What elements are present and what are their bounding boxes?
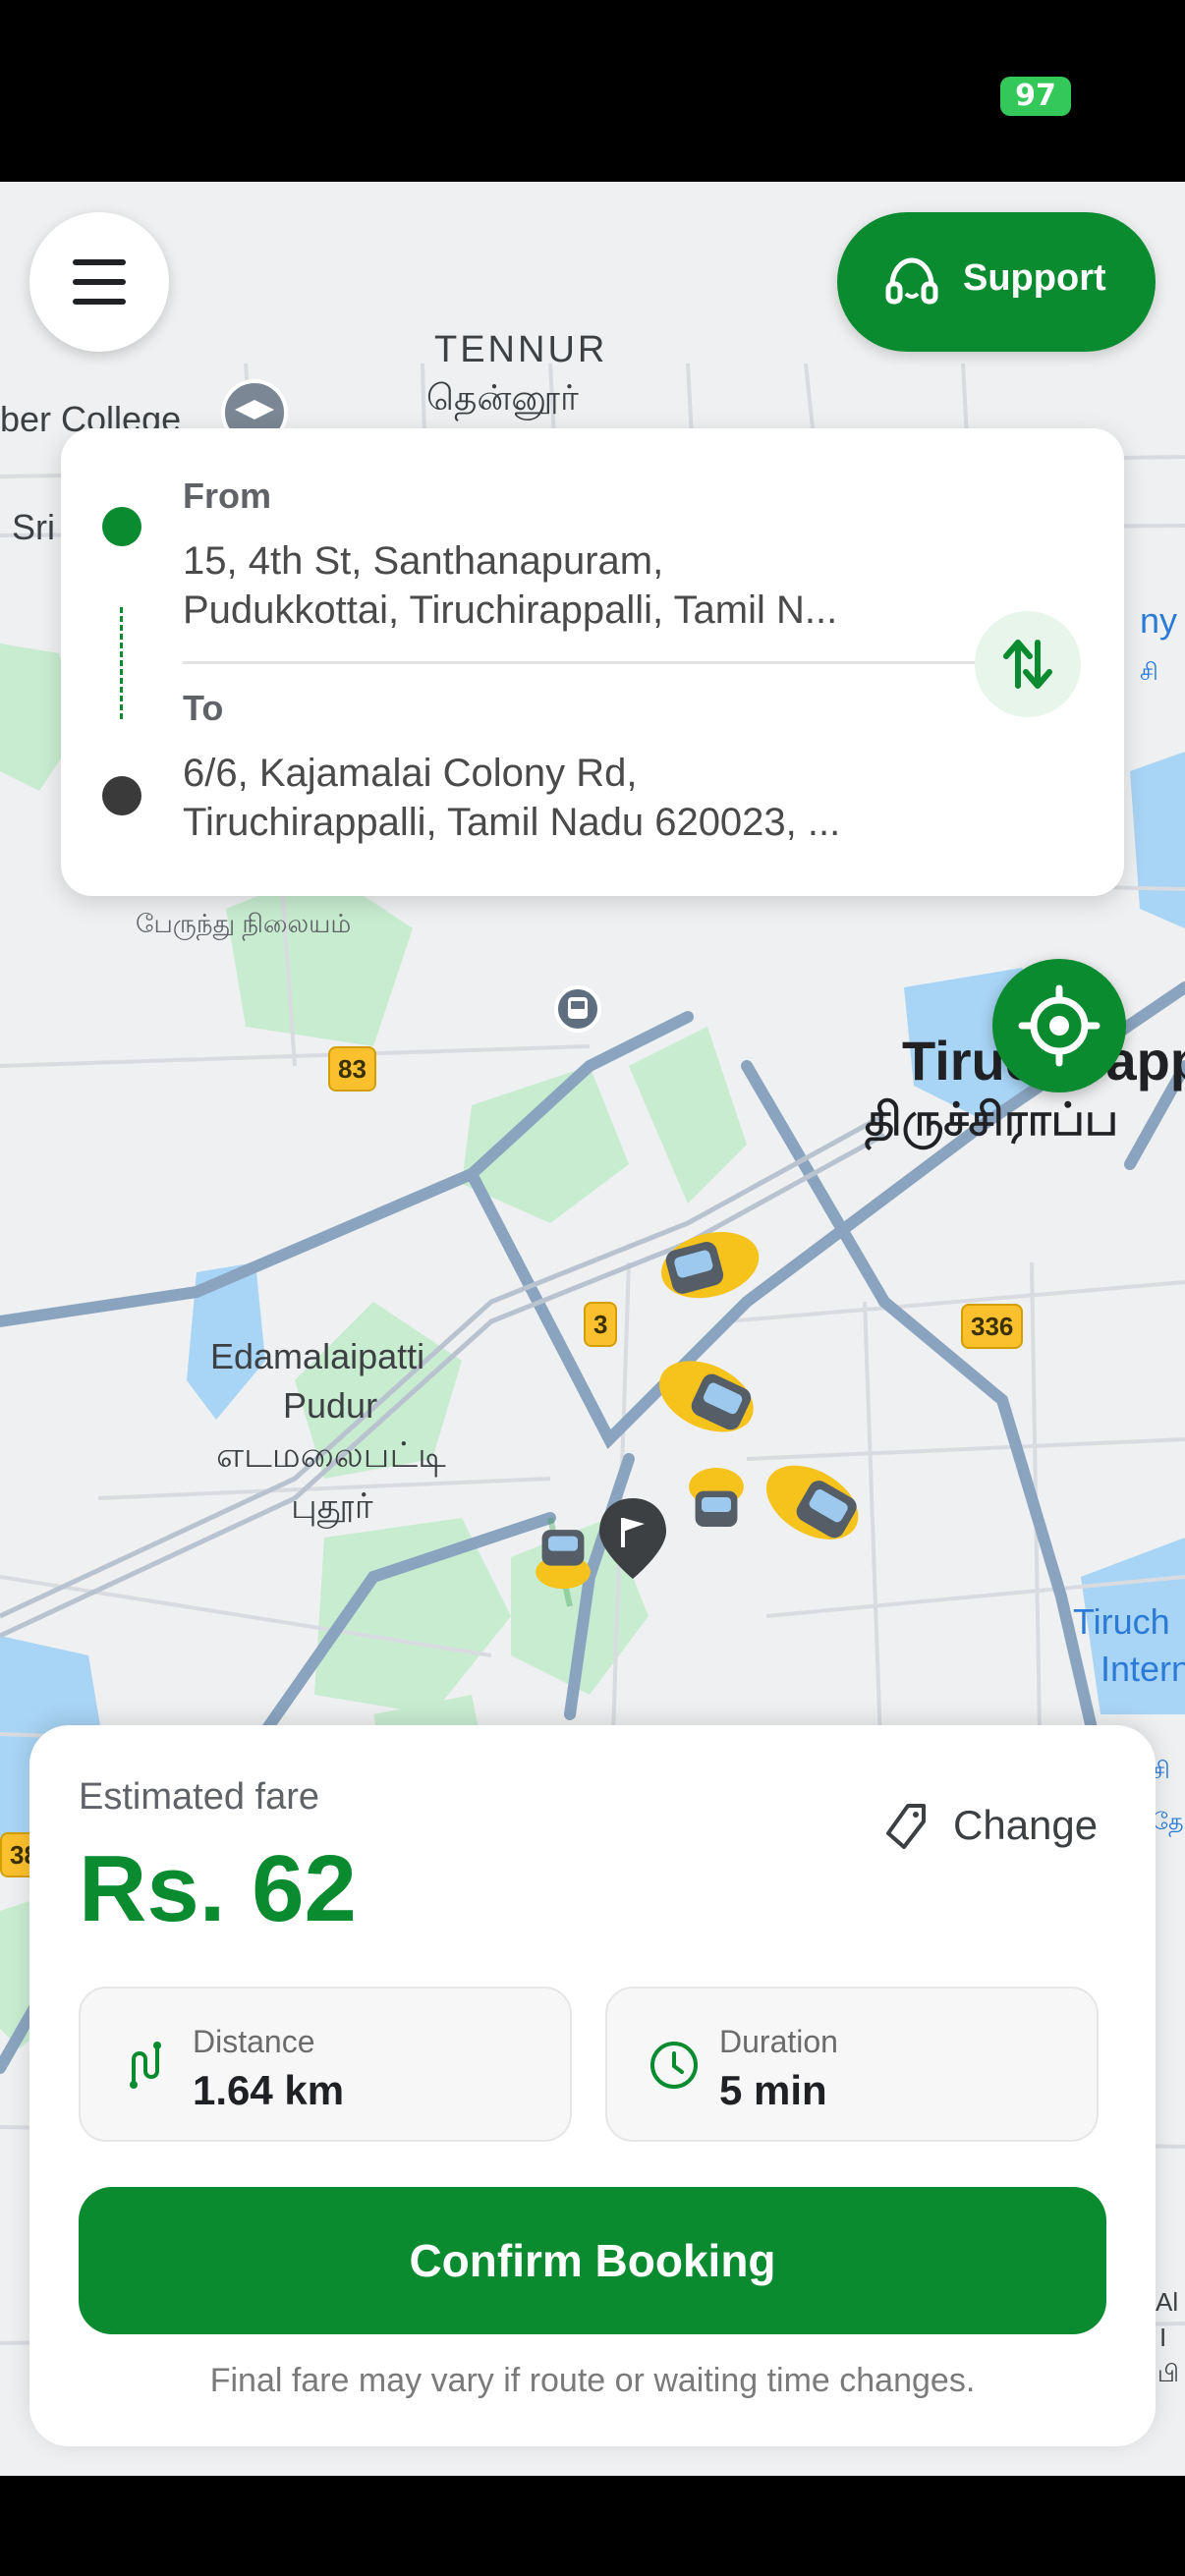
road-shield-336: 336 — [961, 1304, 1024, 1349]
headset-icon — [885, 257, 938, 305]
from-address-line2: Pudukkottai, Tiruchirappalli, Tamil N... — [183, 588, 838, 632]
estimated-fare-label: Estimated fare — [79, 1776, 319, 1818]
duration-value: 5 min — [719, 2067, 827, 2113]
clock-icon — [650, 2042, 698, 2089]
fare-bottom-sheet: Estimated fare Rs. 62 Change Distance 1.… — [29, 1725, 1156, 2446]
battery-level: 97 — [1015, 79, 1056, 113]
map-label-pudur-tamil: புதூர் — [291, 1485, 373, 1526]
to-address-line2: Tiruchirappalli, Tamil Nadu 620023, ... — [183, 801, 841, 844]
map-label-bus-stand: பேருந்து நிலையம் — [136, 909, 352, 938]
duration-label: Duration — [719, 2024, 838, 2059]
distance-value: 1.64 km — [193, 2067, 345, 2113]
swap-locations-button[interactable] — [975, 611, 1081, 717]
route-icon — [130, 2042, 161, 2089]
map-label-tennur-tamil: தென்னூர் — [426, 377, 579, 418]
map-label-intern-right: Intern — [1100, 1649, 1185, 1689]
change-label: Change — [953, 1802, 1099, 1848]
road-shield-336-label: 336 — [971, 1312, 1014, 1341]
distance-label: Distance — [193, 2024, 315, 2059]
to-label: To — [183, 688, 224, 728]
tag-edit-icon — [886, 1804, 926, 1849]
destination-flag-pin-icon — [599, 1498, 666, 1579]
pickup-dot-icon — [102, 507, 141, 546]
fare-disclaimer: Final fare may vary if route or waiting … — [209, 2362, 976, 2399]
distance-card: Distance 1.64 km — [79, 1987, 572, 2142]
support-label: Support — [963, 257, 1106, 299]
road-shield-3: 3 — [584, 1302, 618, 1347]
status-bar: 97 — [0, 0, 1185, 182]
route-divider — [183, 661, 1014, 664]
road-shield-3-label: 3 — [593, 1310, 608, 1339]
map-label-tennur: TENNUR — [434, 329, 608, 370]
change-fare-button[interactable]: Change — [851, 1794, 1106, 1857]
from-label: From — [183, 476, 271, 516]
menu-button[interactable] — [29, 212, 169, 352]
map-label-ge: தே — [1152, 1809, 1184, 1835]
map-label-pi: பி — [1157, 2361, 1179, 2387]
hamburger-menu-icon — [73, 259, 126, 305]
map-label-ny: ny — [1140, 600, 1178, 641]
recenter-location-button[interactable] — [992, 959, 1126, 1092]
support-button[interactable]: Support — [837, 212, 1156, 352]
auto-rickshaw-icon — [689, 1468, 744, 1527]
duration-card: Duration 5 min — [605, 1987, 1099, 2142]
to-address[interactable]: 6/6, Kajamalai Colony Rd, Tiruchirappall… — [183, 749, 959, 847]
map-label-si: சி — [1140, 659, 1158, 686]
road-shield-83: 83 — [328, 1046, 376, 1092]
bottom-safe-area — [0, 2476, 1185, 2576]
swap-vertical-icon — [1003, 640, 1052, 689]
road-shield-83-label: 83 — [338, 1054, 367, 1084]
bus-stop-icon — [554, 985, 601, 1033]
dropoff-dot-icon — [102, 776, 141, 815]
map-label-tiruch-right: Tiruch — [1073, 1601, 1170, 1642]
fare-amount: Rs. 62 — [79, 1836, 357, 1941]
map-label-edamalaipatti-tamil: எடமலைபட்டி — [216, 1434, 446, 1475]
to-address-line1: 6/6, Kajamalai Colony Rd, — [183, 752, 638, 795]
map-label-pudur: Pudur — [283, 1385, 378, 1426]
map-label-sri: Sri — [12, 507, 55, 547]
crosshair-target-icon — [1018, 984, 1100, 1067]
route-connector — [120, 607, 123, 719]
battery-indicator: 97 — [1000, 77, 1071, 116]
from-address[interactable]: 15, 4th St, Santhanapuram, Pudukkottai, … — [183, 536, 959, 635]
map-label-edamalaipatti: Edamalaipatti — [210, 1336, 425, 1376]
route-card: From 15, 4th St, Santhanapuram, Pudukkot… — [61, 428, 1124, 896]
confirm-booking-button[interactable]: Confirm Booking — [79, 2187, 1106, 2334]
from-address-line1: 15, 4th St, Santhanapuram, — [183, 539, 664, 583]
map-label-tiruchirappalli-tamil: திருச்சிராப்ப — [865, 1093, 1119, 1145]
